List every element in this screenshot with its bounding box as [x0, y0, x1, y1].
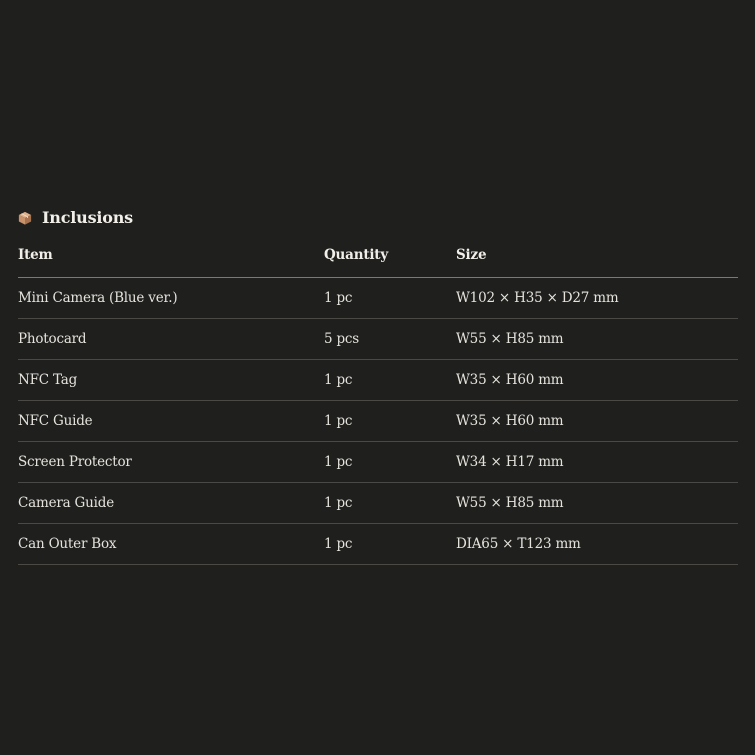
table-header-row: Item Quantity Size: [18, 243, 738, 278]
package-icon: [18, 211, 32, 225]
table-row: Photocard 5 pcs W55 × H85 mm: [18, 319, 738, 360]
cell-quantity: 1 pc: [324, 536, 353, 552]
table-row: Can Outer Box 1 pc DIA65 × T123 mm: [18, 524, 738, 565]
cell-size: W35 × H60 mm: [456, 413, 564, 429]
cell-quantity: 5 pcs: [324, 331, 360, 347]
table-row: NFC Guide 1 pc W35 × H60 mm: [18, 401, 738, 442]
table-row: Mini Camera (Blue ver.) 1 pc W102 × H35 …: [18, 278, 738, 319]
cell-item: Screen Protector: [18, 454, 132, 470]
column-header-quantity: Quantity: [324, 247, 388, 263]
cell-quantity: 1 pc: [324, 372, 353, 388]
inclusions-table: Item Quantity Size Mini Camera (Blue ver…: [18, 243, 738, 565]
cell-quantity: 1 pc: [324, 290, 353, 306]
cell-item: NFC Guide: [18, 413, 93, 429]
cell-item: Can Outer Box: [18, 536, 117, 552]
column-header-size: Size: [456, 247, 487, 263]
inclusions-section: Inclusions Item Quantity Size Mini Camer…: [18, 204, 738, 565]
cell-item: Camera Guide: [18, 495, 114, 511]
cell-size: W34 × H17 mm: [456, 454, 564, 470]
cell-size: W102 × H35 × D27 mm: [456, 290, 619, 306]
table-row: Camera Guide 1 pc W55 × H85 mm: [18, 483, 738, 524]
column-header-item: Item: [18, 247, 53, 263]
cell-size: W55 × H85 mm: [456, 331, 564, 347]
table-row: NFC Tag 1 pc W35 × H60 mm: [18, 360, 738, 401]
section-heading: Inclusions: [18, 204, 738, 230]
section-title: Inclusions: [42, 207, 133, 227]
cell-size: W55 × H85 mm: [456, 495, 564, 511]
cell-item: Photocard: [18, 331, 87, 347]
cell-quantity: 1 pc: [324, 495, 353, 511]
cell-quantity: 1 pc: [324, 413, 353, 429]
cell-item: Mini Camera (Blue ver.): [18, 290, 178, 306]
cell-size: DIA65 × T123 mm: [456, 536, 581, 552]
cell-quantity: 1 pc: [324, 454, 353, 470]
table-row: Screen Protector 1 pc W34 × H17 mm: [18, 442, 738, 483]
cell-size: W35 × H60 mm: [456, 372, 564, 388]
cell-item: NFC Tag: [18, 372, 78, 388]
